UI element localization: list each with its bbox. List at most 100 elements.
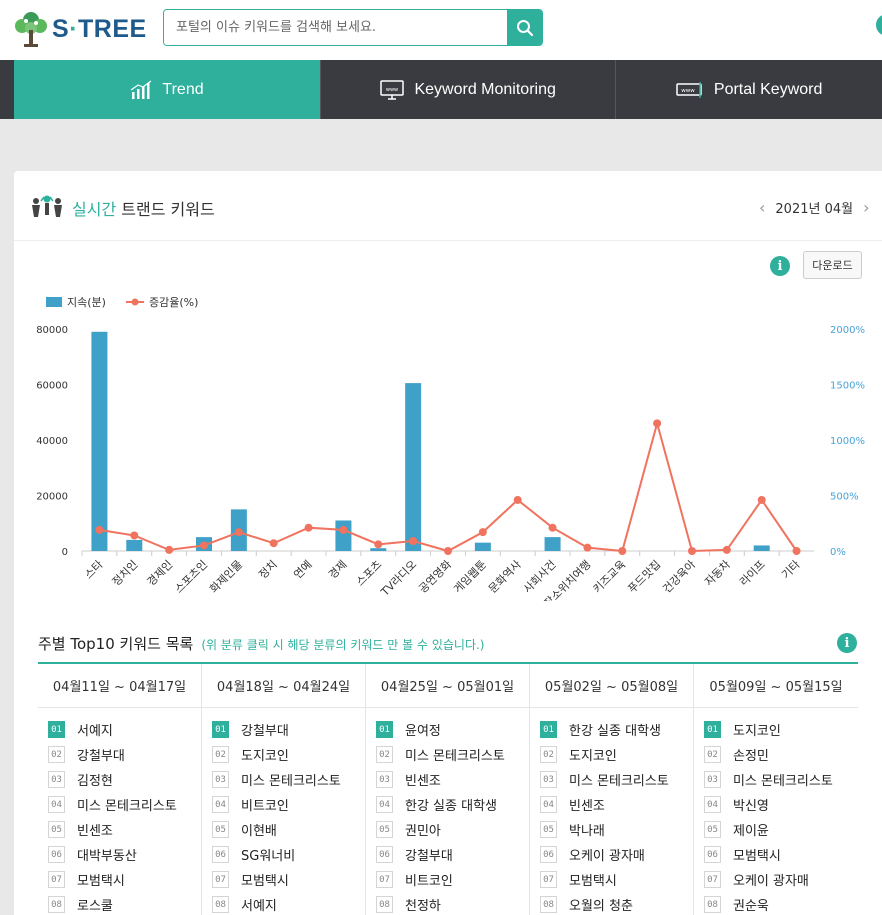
trend-chart: 지속(분) 증감율(%) 0 20000 40000 60000 80000 0% 500% 10… [14,281,882,610]
rank-badge: 08 [540,896,557,913]
keyword-row[interactable]: 08 로스쿨 [48,892,201,915]
category-label: 경제 [326,558,350,582]
rank-badge: 01 [48,721,65,738]
keyword-row[interactable]: 05 권민아 [376,817,529,842]
keyword-label: 천정하 [405,899,441,914]
keyword-label: 권순욱 [733,899,769,914]
keyword-row[interactable]: 04 비트코인 [212,792,365,817]
browser-icon: www [676,81,704,99]
growth-point [444,547,452,555]
rank-badge: 05 [48,821,65,838]
keyword-row[interactable]: 01 서예지 [48,717,201,742]
keyword-row[interactable]: 07 모범택시 [540,867,693,892]
tab-trend[interactable]: Trend [14,60,322,119]
keyword-row[interactable]: 03 미스 몬테크리스토 [540,767,693,792]
keyword-row[interactable]: 06 SG워너비 [212,842,365,867]
keyword-row[interactable]: 03 미스 몬테크리스토 [212,767,365,792]
keyword-row[interactable]: 05 이현배 [212,817,365,842]
left-axis-tick: 40000 [36,436,68,447]
category-label: 스포츠 [354,558,385,589]
keyword-row[interactable]: 03 빈센조 [376,767,529,792]
keyword-row[interactable]: 07 모범택시 [48,867,201,892]
keyword-row[interactable]: 02 손정민 [704,742,858,767]
tab-portal-keyword[interactable]: www Portal Keyword [616,60,882,119]
keyword-label: 도지코인 [241,749,289,764]
growth-point [618,547,627,555]
keyword-row[interactable]: 01 윤여정 [376,717,529,742]
search-icon [516,19,533,36]
keyword-label: 오케이 광자매 [733,874,809,889]
keyword-row[interactable]: 01 강철부대 [212,717,365,742]
keyword-row[interactable]: 04 미스 몬테크리스토 [48,792,201,817]
legend-bar-label: 지속(분) [67,296,106,309]
keyword-row[interactable]: 02 강철부대 [48,742,201,767]
keyword-row[interactable]: 07 비트코인 [376,867,529,892]
keyword-row[interactable]: 02 도지코인 [212,742,365,767]
download-button[interactable]: 다운로드 [803,251,862,279]
rank-badge: 08 [48,896,65,913]
rank-badge: 06 [540,846,557,863]
keyword-row[interactable]: 06 오케이 광자매 [540,842,693,867]
category-label: 자동차 [702,558,733,589]
keyword-row[interactable]: 06 대박부동산 [48,842,201,867]
chevron-left-icon[interactable]: ‹ [759,198,765,217]
chevron-right-icon[interactable]: › [863,198,869,217]
right-axis-tick: 0% [830,547,846,558]
week-range: 04월25일 ~ 05월01일 [366,664,529,708]
keyword-row[interactable]: 05 박나래 [540,817,693,842]
growth-point [95,525,104,534]
keyword-row[interactable]: 07 오케이 광자매 [704,867,858,892]
growth-point [722,545,731,554]
bar [126,539,143,551]
left-axis-tick: 0 [62,547,68,558]
rank-badge: 06 [376,846,393,863]
keyword-row[interactable]: 06 모범택시 [704,842,858,867]
rank-badge: 03 [212,771,229,788]
keyword-row[interactable]: 03 미스 몬테크리스토 [704,767,858,792]
category-label: 게임웹툰 [451,558,489,596]
info-icon[interactable]: i [770,256,790,276]
logo[interactable]: S·TREE [14,10,147,48]
keyword-row[interactable]: 05 빈센조 [48,817,201,842]
keyword-row[interactable]: 04 박신영 [704,792,858,817]
current-month: 2021년 04월 [775,202,854,217]
keyword-label: 미스 몬테크리스토 [733,774,833,789]
keyword-row[interactable]: 07 모범택시 [212,867,365,892]
keyword-row[interactable]: 03 김정현 [48,767,201,792]
keyword-row[interactable]: 04 한강 실종 대학생 [376,792,529,817]
growth-point [234,528,243,537]
category-label: 정치 [256,558,280,582]
keyword-row[interactable]: 08 천정하 [376,892,529,915]
keyword-row[interactable]: 08 오월의 청춘 [540,892,693,915]
growth-line [99,419,798,553]
keyword-row[interactable]: 08 서예지 [212,892,365,915]
weekly-info-icon[interactable]: i [837,633,857,653]
keyword-row[interactable]: 06 강철부대 [376,842,529,867]
keyword-row[interactable]: 02 미스 몬테크리스토 [376,742,529,767]
left-axis-tick: 80000 [36,325,68,336]
avatar[interactable] [876,14,882,36]
search-button[interactable] [507,10,542,45]
keyword-row[interactable]: 01 도지코인 [704,717,858,742]
keyword-row[interactable]: 02 도지코인 [540,742,693,767]
weekly-table: 04월11일 ~ 04월17일 01 서예지 02 강철부대 03 김정현 04 미스 몬테크리… [38,662,858,915]
rank-badge: 06 [704,846,721,863]
keyword-list: 01 강철부대 02 도지코인 03 미스 몬테크리스토 04 비트코인 05 이현배 06 SG워너… [202,708,365,915]
rank-badge: 03 [540,771,557,788]
bar [91,331,108,551]
keyword-label: 강철부대 [77,749,125,764]
keyword-label: 도지코인 [733,724,781,739]
legend-line-marker [131,298,139,306]
week-column: 04월18일 ~ 04월24일 01 강철부대 02 도지코인 03 미스 몬테크리스토 04… [202,664,366,915]
keyword-row[interactable]: 08 권순욱 [704,892,858,915]
keyword-row[interactable]: 04 빈센조 [540,792,693,817]
keyword-label: 손정민 [733,749,769,764]
tab-keyword-monitoring[interactable]: www Keyword Monitoring [321,60,617,119]
growth-point [757,495,766,504]
keyword-row[interactable]: 01 한강 실종 대학생 [540,717,693,742]
keyword-row[interactable]: 05 제이윤 [704,817,858,842]
keyword-label: 대박부동산 [77,849,137,864]
search-input[interactable] [164,10,504,45]
keyword-label: 모범택시 [241,874,289,889]
growth-point [688,547,696,555]
